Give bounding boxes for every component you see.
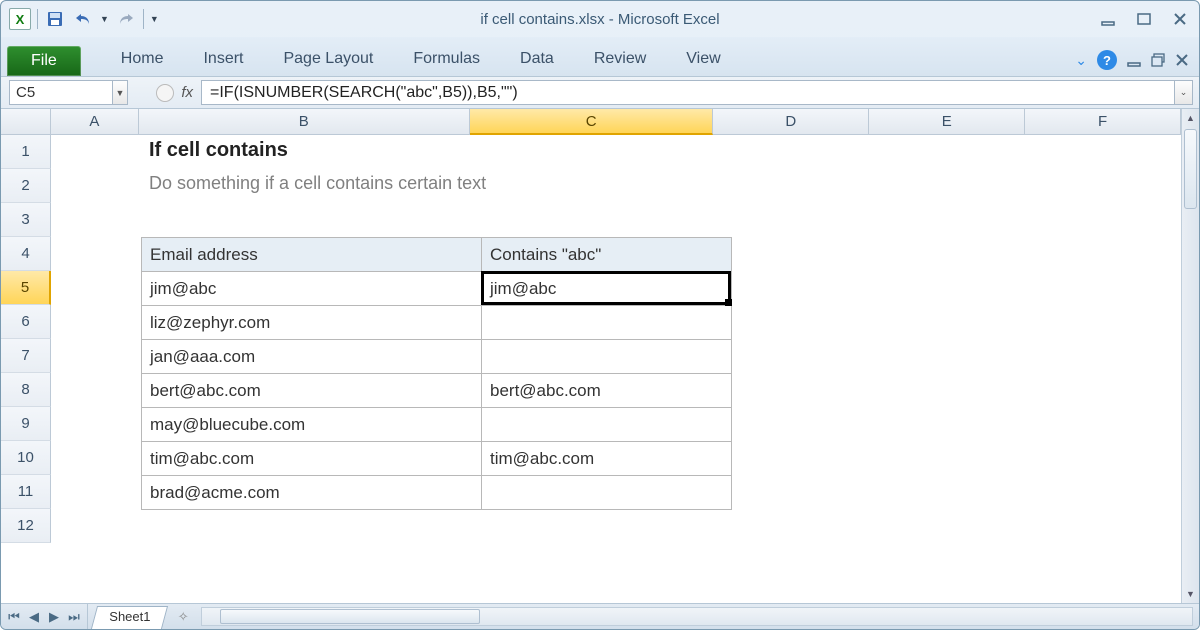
column-header[interactable]: D	[713, 109, 869, 135]
cell-result[interactable]	[482, 340, 732, 374]
qat-sep-2	[143, 9, 144, 29]
sheet-subtitle: Do something if a cell contains certain …	[149, 173, 486, 194]
cell-result[interactable]: bert@abc.com	[482, 374, 732, 408]
fx-circle-icon	[156, 84, 174, 102]
close-icon[interactable]	[1169, 10, 1191, 28]
row-header[interactable]: 6	[1, 305, 51, 339]
window-title: if cell contains.xlsx - Microsoft Excel	[1, 11, 1199, 28]
data-table: Email address Contains "abc" jim@abcjim@…	[141, 237, 732, 510]
formula-bar: C5 ▼ fx =IF(ISNUMBER(SEARCH("abc",B5)),B…	[1, 77, 1199, 109]
name-box[interactable]: C5	[9, 80, 112, 105]
minimize-icon[interactable]	[1097, 10, 1119, 28]
cell-email[interactable]: brad@acme.com	[142, 476, 482, 510]
scroll-down-icon[interactable]: ▼	[1182, 585, 1199, 603]
qat-customize-icon[interactable]: ▼	[150, 14, 159, 24]
cell-email[interactable]: liz@zephyr.com	[142, 306, 482, 340]
sheet-nav-next-icon[interactable]: ▶	[45, 608, 63, 626]
row-header[interactable]: 11	[1, 475, 51, 509]
ribbon-minimize-icon[interactable]: ⌄	[1075, 52, 1087, 69]
tab-page-layout[interactable]: Page Layout	[263, 44, 393, 76]
row-header[interactable]: 3	[1, 203, 51, 237]
ribbon: File Home Insert Page Layout Formulas Da…	[1, 37, 1199, 77]
cell-result[interactable]	[482, 476, 732, 510]
app-window: X ▼ ▼ if cell contains.xlsx - Microsoft …	[0, 0, 1200, 630]
row-header[interactable]: 7	[1, 339, 51, 373]
column-header[interactable]: C	[470, 109, 714, 135]
cell-result[interactable]: tim@abc.com	[482, 442, 732, 476]
row-header[interactable]: 2	[1, 169, 51, 203]
cell-email[interactable]: tim@abc.com	[142, 442, 482, 476]
window-controls	[1097, 10, 1191, 28]
sheet-tab-label: Sheet1	[109, 609, 150, 624]
row-headers: 123456789101112	[1, 135, 51, 603]
row-header[interactable]: 12	[1, 509, 51, 543]
excel-app-icon[interactable]: X	[9, 8, 31, 30]
quick-access-toolbar: X ▼ ▼	[9, 8, 159, 30]
tab-review[interactable]: Review	[574, 44, 666, 76]
vertical-scrollbar[interactable]: ▲ ▼	[1181, 109, 1199, 603]
worksheet-grid[interactable]: ABCDEF 123456789101112 If cell contains …	[1, 109, 1199, 603]
column-header[interactable]: F	[1025, 109, 1181, 135]
cell-email[interactable]: may@bluecube.com	[142, 408, 482, 442]
maximize-icon[interactable]	[1133, 10, 1155, 28]
undo-dropdown-icon[interactable]: ▼	[100, 14, 109, 24]
cell-email[interactable]: jim@abc	[142, 272, 482, 306]
save-icon[interactable]	[44, 8, 66, 30]
column-header[interactable]: A	[51, 109, 139, 135]
qat-sep	[37, 9, 38, 29]
sheet-tab[interactable]: Sheet1	[91, 606, 168, 629]
row-header[interactable]: 8	[1, 373, 51, 407]
formula-input[interactable]: =IF(ISNUMBER(SEARCH("abc",B5)),B5,"")	[201, 80, 1175, 105]
tab-data[interactable]: Data	[500, 44, 574, 76]
cell-result[interactable]	[482, 306, 732, 340]
sheet-nav-first-icon[interactable]: ⏮	[5, 608, 23, 626]
sheet-tab-bar: ⏮ ◀ ▶ ⏭ Sheet1 ✧	[1, 603, 1199, 629]
row-header[interactable]: 9	[1, 407, 51, 441]
scroll-up-icon[interactable]: ▲	[1182, 109, 1199, 127]
row-header[interactable]: 5	[1, 271, 51, 305]
redo-icon[interactable]	[115, 8, 137, 30]
tab-view[interactable]: View	[666, 44, 740, 76]
row-header[interactable]: 10	[1, 441, 51, 475]
cells-area[interactable]: If cell contains Do something if a cell …	[51, 135, 1181, 603]
row-header[interactable]: 4	[1, 237, 51, 271]
fx-label[interactable]: fx	[181, 84, 193, 101]
vscroll-thumb[interactable]	[1184, 129, 1197, 209]
column-header[interactable]: B	[139, 109, 470, 135]
cell-result[interactable]: jim@abc	[482, 272, 732, 306]
header-email[interactable]: Email address	[142, 238, 482, 272]
row-header[interactable]: 1	[1, 135, 51, 169]
tab-insert[interactable]: Insert	[183, 44, 263, 76]
tab-formulas[interactable]: Formulas	[393, 44, 500, 76]
undo-icon[interactable]	[72, 8, 94, 30]
cell-email[interactable]: jan@aaa.com	[142, 340, 482, 374]
file-tab[interactable]: File	[7, 46, 81, 76]
column-header[interactable]: E	[869, 109, 1025, 135]
formula-expand-icon[interactable]: ⌄	[1175, 80, 1193, 105]
name-box-dropdown-icon[interactable]: ▼	[112, 80, 128, 105]
header-contains[interactable]: Contains "abc"	[482, 238, 732, 272]
sheet-title: If cell contains	[149, 139, 288, 162]
hscroll-thumb[interactable]	[220, 609, 480, 624]
column-headers: ABCDEF	[51, 109, 1181, 135]
select-all-corner[interactable]	[1, 109, 51, 135]
wb-restore-icon[interactable]	[1151, 53, 1165, 67]
cell-email[interactable]: bert@abc.com	[142, 374, 482, 408]
tab-home[interactable]: Home	[101, 44, 184, 76]
wb-minimize-icon[interactable]	[1127, 53, 1141, 67]
sheet-nav-last-icon[interactable]: ⏭	[65, 608, 83, 626]
help-icon[interactable]: ?	[1097, 50, 1117, 70]
cell-result[interactable]	[482, 408, 732, 442]
title-bar: X ▼ ▼ if cell contains.xlsx - Microsoft …	[1, 1, 1199, 37]
sheet-nav-prev-icon[interactable]: ◀	[25, 608, 43, 626]
new-sheet-icon[interactable]: ✧	[171, 604, 195, 629]
horizontal-scrollbar[interactable]	[201, 607, 1193, 626]
wb-close-icon[interactable]	[1175, 53, 1189, 67]
